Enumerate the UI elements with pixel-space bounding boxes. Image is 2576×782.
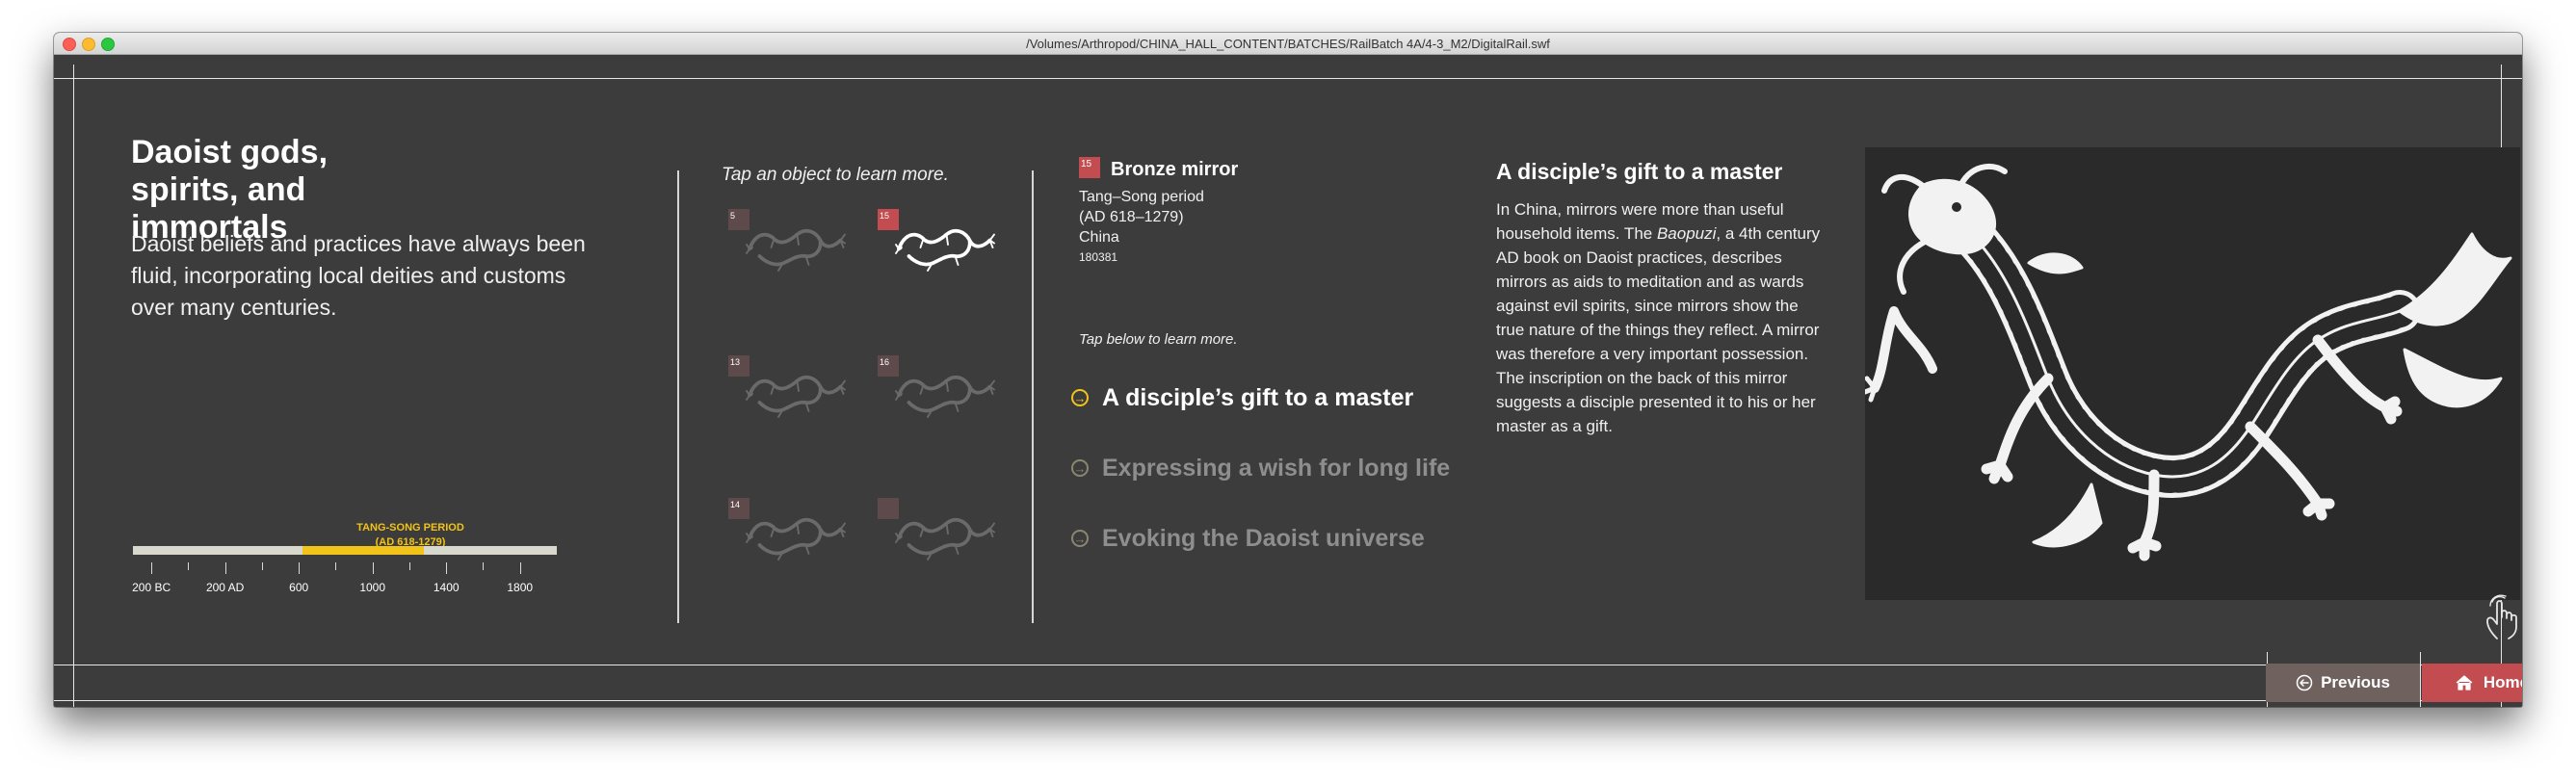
object-number-badge: 15 — [1079, 157, 1100, 178]
timeline-tick — [446, 562, 448, 574]
object-thumbnail[interactable]: 5 — [728, 209, 863, 286]
object-dates: (AD 618–1279) — [1079, 209, 1184, 225]
timeline-tick-label: 1400 — [433, 581, 460, 594]
topic-link-disciple-gift[interactable]: → A disciple’s gift to a master — [1071, 380, 1413, 415]
title-bar: /Volumes/Arthropod/CHINA_HALL_CONTENT/BA… — [54, 33, 2522, 55]
topic-label: Expressing a wish for long life — [1102, 454, 1451, 482]
arrow-circle-icon: → — [1071, 459, 1089, 477]
object-period: Tang–Song period — [1079, 189, 1204, 205]
section-intro: Daoist beliefs and practices have always… — [131, 231, 586, 320]
timeline-tick — [188, 562, 190, 570]
object-catalog-number: 180381 — [1079, 250, 1118, 264]
timeline-tick-label: 1800 — [507, 581, 534, 594]
object-details: Tang–Song period (AD 618–1279) China 180… — [1079, 187, 1204, 268]
object-number-badge: 5 — [728, 209, 749, 230]
home-button[interactable]: Home — [2422, 664, 2522, 702]
story-body: In China, mirrors were more than useful … — [1496, 197, 1828, 438]
object-thumbnail[interactable]: 13 — [728, 355, 863, 432]
object-number-badge — [878, 498, 899, 519]
frame-line-top — [54, 78, 2522, 79]
house-icon — [2456, 675, 2473, 691]
topic-link-long-life[interactable]: → Expressing a wish for long life — [1071, 451, 1450, 485]
object-number-badge: 15 — [878, 209, 899, 230]
object-thumbnail-selected[interactable]: 15 — [878, 209, 1012, 286]
timeline-tick-label: 600 — [289, 581, 309, 594]
frame-line-left — [73, 65, 74, 707]
timeline-period-name: TANG-SONG PERIOD — [356, 522, 464, 534]
timeline-ticks — [133, 562, 557, 574]
nav-divider-2 — [2420, 652, 2421, 707]
arrow-circle-icon: → — [1071, 530, 1089, 547]
previous-label: Previous — [2321, 673, 2390, 691]
home-label: Home — [2483, 673, 2522, 691]
story-book-title: Baopuzi — [1656, 224, 1717, 243]
touch-hand-icon — [2486, 594, 2517, 639]
window-title: /Volumes/Arthropod/CHINA_HALL_CONTENT/BA… — [1026, 37, 1550, 51]
story-title: A disciple’s gift to a master — [1496, 159, 1783, 184]
timeline-tick-label: 200 BC — [132, 581, 171, 594]
object-name: Bronze mirror — [1111, 159, 1239, 180]
frame-line-bottom — [54, 700, 2522, 701]
timeline-tick-label: 1000 — [359, 581, 386, 594]
column-divider-2 — [1032, 170, 1034, 623]
timeline-tick — [519, 562, 521, 574]
previous-button[interactable]: Previous — [2266, 664, 2420, 702]
timeline-tick-label: 200 AD — [205, 581, 245, 594]
topic-label: A disciple’s gift to a master — [1102, 383, 1414, 411]
object-image-panel — [1862, 147, 2520, 600]
timeline-tick — [372, 562, 374, 574]
gallery-hint: Tap an object to learn more. — [722, 165, 949, 185]
object-thumbnail[interactable]: 16 — [878, 355, 1012, 432]
object-thumbnail[interactable] — [878, 498, 1012, 575]
story-text: , a 4th century AD book on Daoist practi… — [1496, 224, 1821, 435]
arrow-left-circle-icon — [2296, 674, 2313, 691]
timeline-highlight — [302, 546, 425, 555]
timeline-tick — [408, 562, 410, 570]
object-number-badge: 16 — [878, 355, 899, 377]
column-divider-1 — [677, 170, 679, 623]
object-thumbnail[interactable]: 14 — [728, 498, 863, 575]
object-number-badge: 14 — [728, 498, 749, 519]
timeline-tick — [224, 562, 226, 574]
topics-hint: Tap below to learn more. — [1079, 331, 1238, 348]
bronze-mirror-dragon-image — [1862, 147, 2520, 600]
object-origin: China — [1079, 229, 1119, 246]
arrow-circle-icon: → — [1071, 389, 1089, 406]
timeline-tick — [299, 562, 301, 574]
app-window: /Volumes/Arthropod/CHINA_HALL_CONTENT/BA… — [54, 33, 2522, 707]
topic-label: Evoking the Daoist universe — [1102, 524, 1425, 552]
timeline-tick — [151, 562, 153, 574]
topic-link-daoist-universe[interactable]: → Evoking the Daoist universe — [1071, 521, 1425, 556]
timeline-tick — [261, 562, 263, 570]
object-number-badge: 13 — [728, 355, 749, 377]
exhibit-stage: Daoist gods, spirits, and immortals Daoi… — [54, 55, 2522, 707]
timeline-tick — [483, 562, 485, 570]
timeline-tick — [335, 562, 337, 570]
